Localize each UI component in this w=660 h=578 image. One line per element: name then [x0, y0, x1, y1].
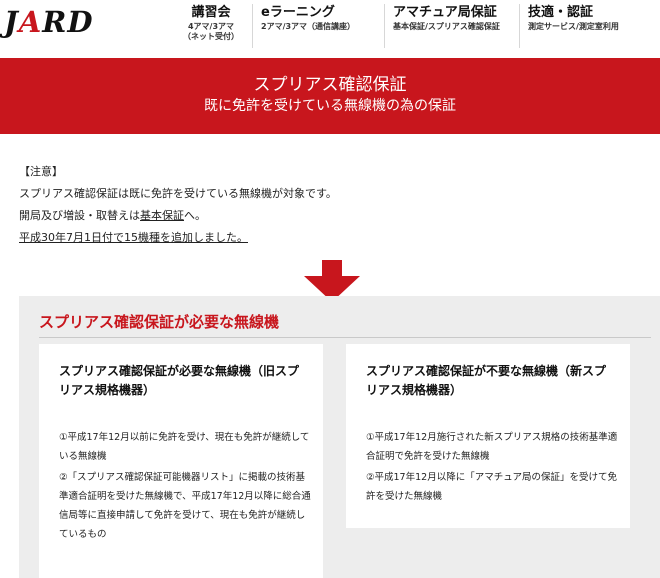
- nav-amateur-guarantee-sub: 基本保証/スプリアス確認保証: [393, 22, 500, 31]
- required-radios-section: スプリアス確認保証が必要な無線機 スプリアス確認保証が必要な無線機（旧スプリアス…: [19, 296, 660, 578]
- nav-elearning-sub: 2アマ/3アマ（通信講座）: [261, 22, 356, 31]
- card-not-required-title: スプリアス確認保証が不要な無線機（新スプリアス規格機器）: [366, 364, 607, 397]
- site-header: JARD 講習会 4アマ/3アマ （ネット受付） eラーニング 2アマ/3アマ（…: [0, 0, 660, 56]
- card-required: スプリアス確認保証が必要な無線機（旧スプリアス規格機器） ①平成17年12月以前…: [39, 344, 323, 578]
- nav-certification-title: 技適・認証: [528, 5, 594, 20]
- section-title: スプリアス確認保証が必要な無線機: [39, 313, 280, 331]
- page-banner: スプリアス確認保証 既に免許を受けている無線機の為の保証: [0, 58, 660, 134]
- list-item: ①平成17年12月施行された新スプリアス規格の技術基準適合証明で免許を受けた無線…: [366, 432, 618, 462]
- list-item: ②平成17年12月以降に「アマチュア局の保証」を受けて免許を受けた無線機: [366, 472, 618, 502]
- list-item: ②「スプリアス確認保証可能機器リスト」に掲載の技術基準適合証明を受けた無線機で、…: [59, 472, 311, 540]
- added-models-link[interactable]: 平成30年7月1日付で15機種を追加しました。: [19, 227, 619, 249]
- nav-lecture[interactable]: 講習会 4アマ/3アマ （ネット受付）: [175, 4, 247, 48]
- list-item: ①平成17年12月以前に免許を受け、現在も免許が継続している無線機: [59, 432, 310, 462]
- card-not-required-list: ①平成17年12月施行された新スプリアス規格の技術基準適合証明で免許を受けた無線…: [366, 428, 618, 508]
- notice-block: 【注意】 スプリアス確認保証は既に免許を受けている無線機が対象です。 開局及び増…: [19, 161, 619, 249]
- notice-line-target: スプリアス確認保証は既に免許を受けている無線機が対象です。: [19, 187, 337, 200]
- card-required-list: ①平成17年12月以前に免許を受け、現在も免許が継続している無線機 ②「スプリア…: [59, 428, 311, 546]
- card-required-title: スプリアス確認保証が必要な無線機（旧スプリアス規格機器）: [59, 364, 300, 397]
- nav-amateur-guarantee[interactable]: アマチュア局保証 基本保証/スプリアス確認保証: [384, 4, 508, 48]
- section-divider: [39, 337, 651, 338]
- notice-line-basic-suffix: へ。: [184, 209, 206, 222]
- page-subtitle: 既に免許を受けている無線機の為の保証: [204, 98, 456, 114]
- notice-heading: 【注意】: [19, 165, 63, 178]
- basic-guarantee-link[interactable]: 基本保証: [140, 209, 184, 222]
- nav-amateur-guarantee-title: アマチュア局保証: [393, 5, 497, 20]
- logo-letter-j: J: [4, 5, 19, 39]
- nav-lecture-title: 講習会: [191, 5, 231, 20]
- notice-line-basic-text: 開局及び増設・取替えは: [19, 209, 140, 222]
- card-not-required: スプリアス確認保証が不要な無線機（新スプリアス規格機器） ①平成17年12月施行…: [346, 344, 630, 528]
- nav-certification-sub: 測定サービス/測定室利用: [528, 22, 619, 31]
- page-title: スプリアス確認保証: [253, 75, 407, 95]
- nav-elearning[interactable]: eラーニング 2アマ/3アマ（通信講座）: [252, 4, 374, 48]
- notice-line-basic: 開局及び増設・取替えは基本保証へ。: [19, 205, 619, 227]
- jard-logo[interactable]: JARD: [4, 5, 94, 39]
- nav-certification[interactable]: 技適・認証 測定サービス/測定室利用: [519, 4, 660, 48]
- nav-elearning-title: eラーニング: [261, 5, 335, 20]
- nav-lecture-sub: 4アマ/3アマ （ネット受付）: [183, 22, 239, 41]
- logo-letter-a: A: [18, 5, 43, 39]
- logo-letters-rd: RD: [42, 5, 94, 39]
